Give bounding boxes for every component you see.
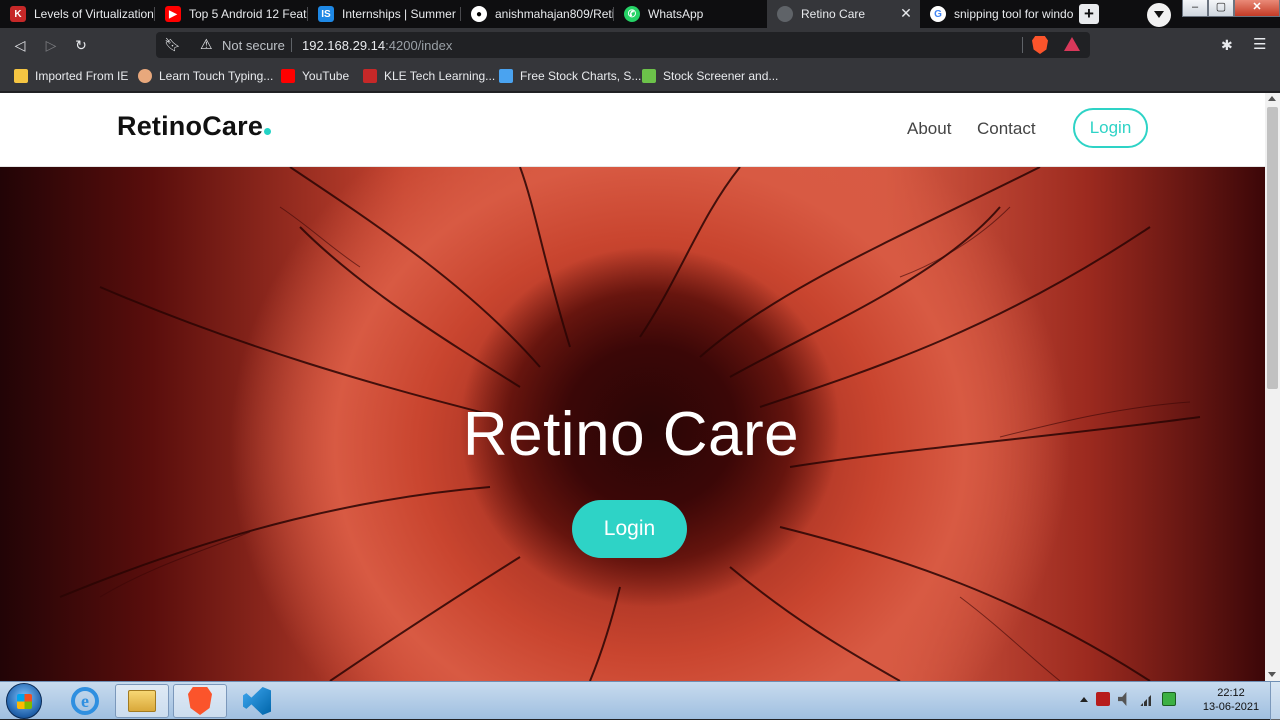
- close-tab-icon[interactable]: ✕: [898, 5, 914, 21]
- tab-title: Internships | Summer In: [342, 7, 461, 21]
- forward-icon[interactable]: ▷: [42, 36, 60, 54]
- github-icon: ●: [471, 6, 487, 22]
- brave-icon: [188, 687, 212, 715]
- tab-internships[interactable]: IS Internships | Summer In: [308, 0, 461, 28]
- bookmark-label: Stock Screener and...: [663, 69, 779, 83]
- tab-youtube[interactable]: ▶ Top 5 Android 12 Featu: [155, 0, 308, 28]
- bookmark-label: Free Stock Charts, S...: [520, 69, 642, 83]
- nav-login-button[interactable]: Login: [1073, 108, 1148, 148]
- bookmarks-bar: Imported From IE Learn Touch Typing... Y…: [0, 62, 1280, 92]
- site-navbar: RetinoCare About Contact Login: [0, 93, 1265, 167]
- scroll-down-icon[interactable]: [1268, 672, 1276, 677]
- tab-levels-of-virtualization[interactable]: K Levels of Virtualization: [0, 0, 155, 28]
- security-status[interactable]: Not secure: [222, 38, 285, 53]
- clock-time: 22:12: [1217, 687, 1245, 699]
- start-button[interactable]: [6, 683, 42, 719]
- taskbar-brave[interactable]: [173, 684, 227, 718]
- tab-title: anishmahajan809/Retin: [495, 7, 614, 21]
- back-icon[interactable]: ◁: [11, 36, 29, 54]
- battery-icon[interactable]: [1162, 692, 1176, 706]
- typing-icon: [138, 69, 152, 83]
- hero-login-button[interactable]: Login: [572, 500, 687, 558]
- antivirus-icon[interactable]: [1096, 692, 1110, 706]
- bookmark-learn-touch-typing[interactable]: Learn Touch Typing...: [138, 69, 273, 83]
- bookmark-label: Learn Touch Typing...: [159, 69, 274, 83]
- site-logo[interactable]: RetinoCare: [117, 111, 272, 142]
- internshala-icon: IS: [318, 6, 334, 22]
- url-text[interactable]: 192.168.29.14:4200/index: [302, 38, 452, 53]
- bookmark-stockcharts[interactable]: Free Stock Charts, S...: [499, 69, 641, 83]
- nav-about-link[interactable]: About: [907, 119, 951, 139]
- address-bar[interactable]: 🔖︎ ⚠︎ Not secure 192.168.29.14:4200/inde…: [156, 32, 1090, 58]
- taskbar-vscode[interactable]: [230, 684, 284, 718]
- bookmark-label: YouTube: [302, 69, 350, 83]
- taskbar-file-explorer[interactable]: [115, 684, 169, 718]
- network-icon[interactable]: [1140, 692, 1154, 706]
- tab-strip: K Levels of Virtualization ▶ Top 5 Andro…: [0, 0, 1280, 28]
- menu-icon[interactable]: ☰: [1253, 35, 1266, 53]
- volume-icon[interactable]: [1118, 692, 1127, 706]
- extensions-icon[interactable]: ✱: [1221, 37, 1233, 54]
- windows-taskbar: e 22:12 13-06-2021: [0, 681, 1280, 720]
- bookmark-youtube[interactable]: YouTube: [281, 69, 349, 83]
- page-scrollbar[interactable]: [1265, 93, 1280, 681]
- tab-title: Retino Care: [801, 7, 866, 21]
- kle-icon: K: [10, 6, 26, 22]
- tab-title: Levels of Virtualization: [34, 7, 154, 21]
- vscode-icon: [243, 687, 271, 715]
- hero-section: Retino Care Login: [0, 167, 1265, 681]
- brave-rewards-icon[interactable]: [1064, 37, 1080, 51]
- whatsapp-icon: ✆: [624, 6, 640, 22]
- bookmark-kle-tech[interactable]: KLE Tech Learning...: [363, 69, 495, 83]
- brave-shields-icon[interactable]: [1032, 36, 1048, 54]
- clock-date: 13-06-2021: [1202, 701, 1260, 713]
- new-tab-button[interactable]: +: [1079, 4, 1099, 24]
- system-clock[interactable]: 22:12 13-06-2021: [1198, 686, 1264, 714]
- close-window-button[interactable]: ✕: [1234, 0, 1280, 17]
- window-controls: – ▢ ✕: [1182, 0, 1280, 18]
- tab-whatsapp[interactable]: ✆ WhatsApp: [614, 0, 767, 28]
- tab-title: WhatsApp: [648, 7, 704, 21]
- browser-toolbar: ◁ ▷ ↻ 🔖︎ ⚠︎ Not secure 192.168.29.14:420…: [0, 28, 1280, 62]
- folder-icon: [14, 69, 28, 83]
- show-hidden-icons-icon[interactable]: [1080, 696, 1088, 702]
- minimize-button[interactable]: –: [1182, 0, 1208, 17]
- scroll-up-icon[interactable]: [1268, 96, 1276, 101]
- bookmark-label: Imported From IE: [35, 69, 129, 83]
- bookmark-stock-screener[interactable]: Stock Screener and...: [642, 69, 778, 83]
- tab-title: snipping tool for windo: [954, 7, 1073, 21]
- nav-contact-link[interactable]: Contact: [977, 119, 1036, 139]
- internet-explorer-icon: e: [71, 687, 99, 715]
- hero-title: Retino Care: [462, 400, 800, 469]
- warning-icon[interactable]: ⚠︎: [200, 36, 213, 53]
- google-icon: G: [930, 6, 946, 22]
- file-explorer-icon: [128, 690, 156, 712]
- tab-retino-care[interactable]: Retino Care ✕: [767, 0, 920, 28]
- kle-icon: [363, 69, 377, 83]
- maximize-button[interactable]: ▢: [1208, 0, 1234, 17]
- screener-icon: [642, 69, 656, 83]
- taskbar-internet-explorer[interactable]: e: [58, 684, 112, 718]
- scrollbar-thumb[interactable]: [1267, 107, 1278, 389]
- logo-dot-icon: [264, 128, 272, 135]
- reload-icon[interactable]: ↻: [72, 36, 90, 54]
- stockcharts-icon: [499, 69, 513, 83]
- web-page: RetinoCare About Contact Login Retino Ca…: [0, 93, 1265, 681]
- system-tray: [1080, 692, 1176, 706]
- tab-title: Top 5 Android 12 Featu: [189, 7, 308, 21]
- bookmark-label: KLE Tech Learning...: [384, 69, 496, 83]
- tab-search-icon[interactable]: [1147, 3, 1171, 27]
- bookmark-icon[interactable]: 🔖︎: [164, 37, 181, 53]
- youtube-icon: ▶: [165, 6, 181, 22]
- globe-icon: [777, 6, 793, 22]
- show-desktop-button[interactable]: [1270, 682, 1280, 720]
- bookmark-imported-from-ie[interactable]: Imported From IE: [14, 69, 128, 83]
- tab-github[interactable]: ● anishmahajan809/Retin: [461, 0, 614, 28]
- youtube-icon: [281, 69, 295, 83]
- tab-snipping-tool[interactable]: G snipping tool for windo: [920, 0, 1073, 28]
